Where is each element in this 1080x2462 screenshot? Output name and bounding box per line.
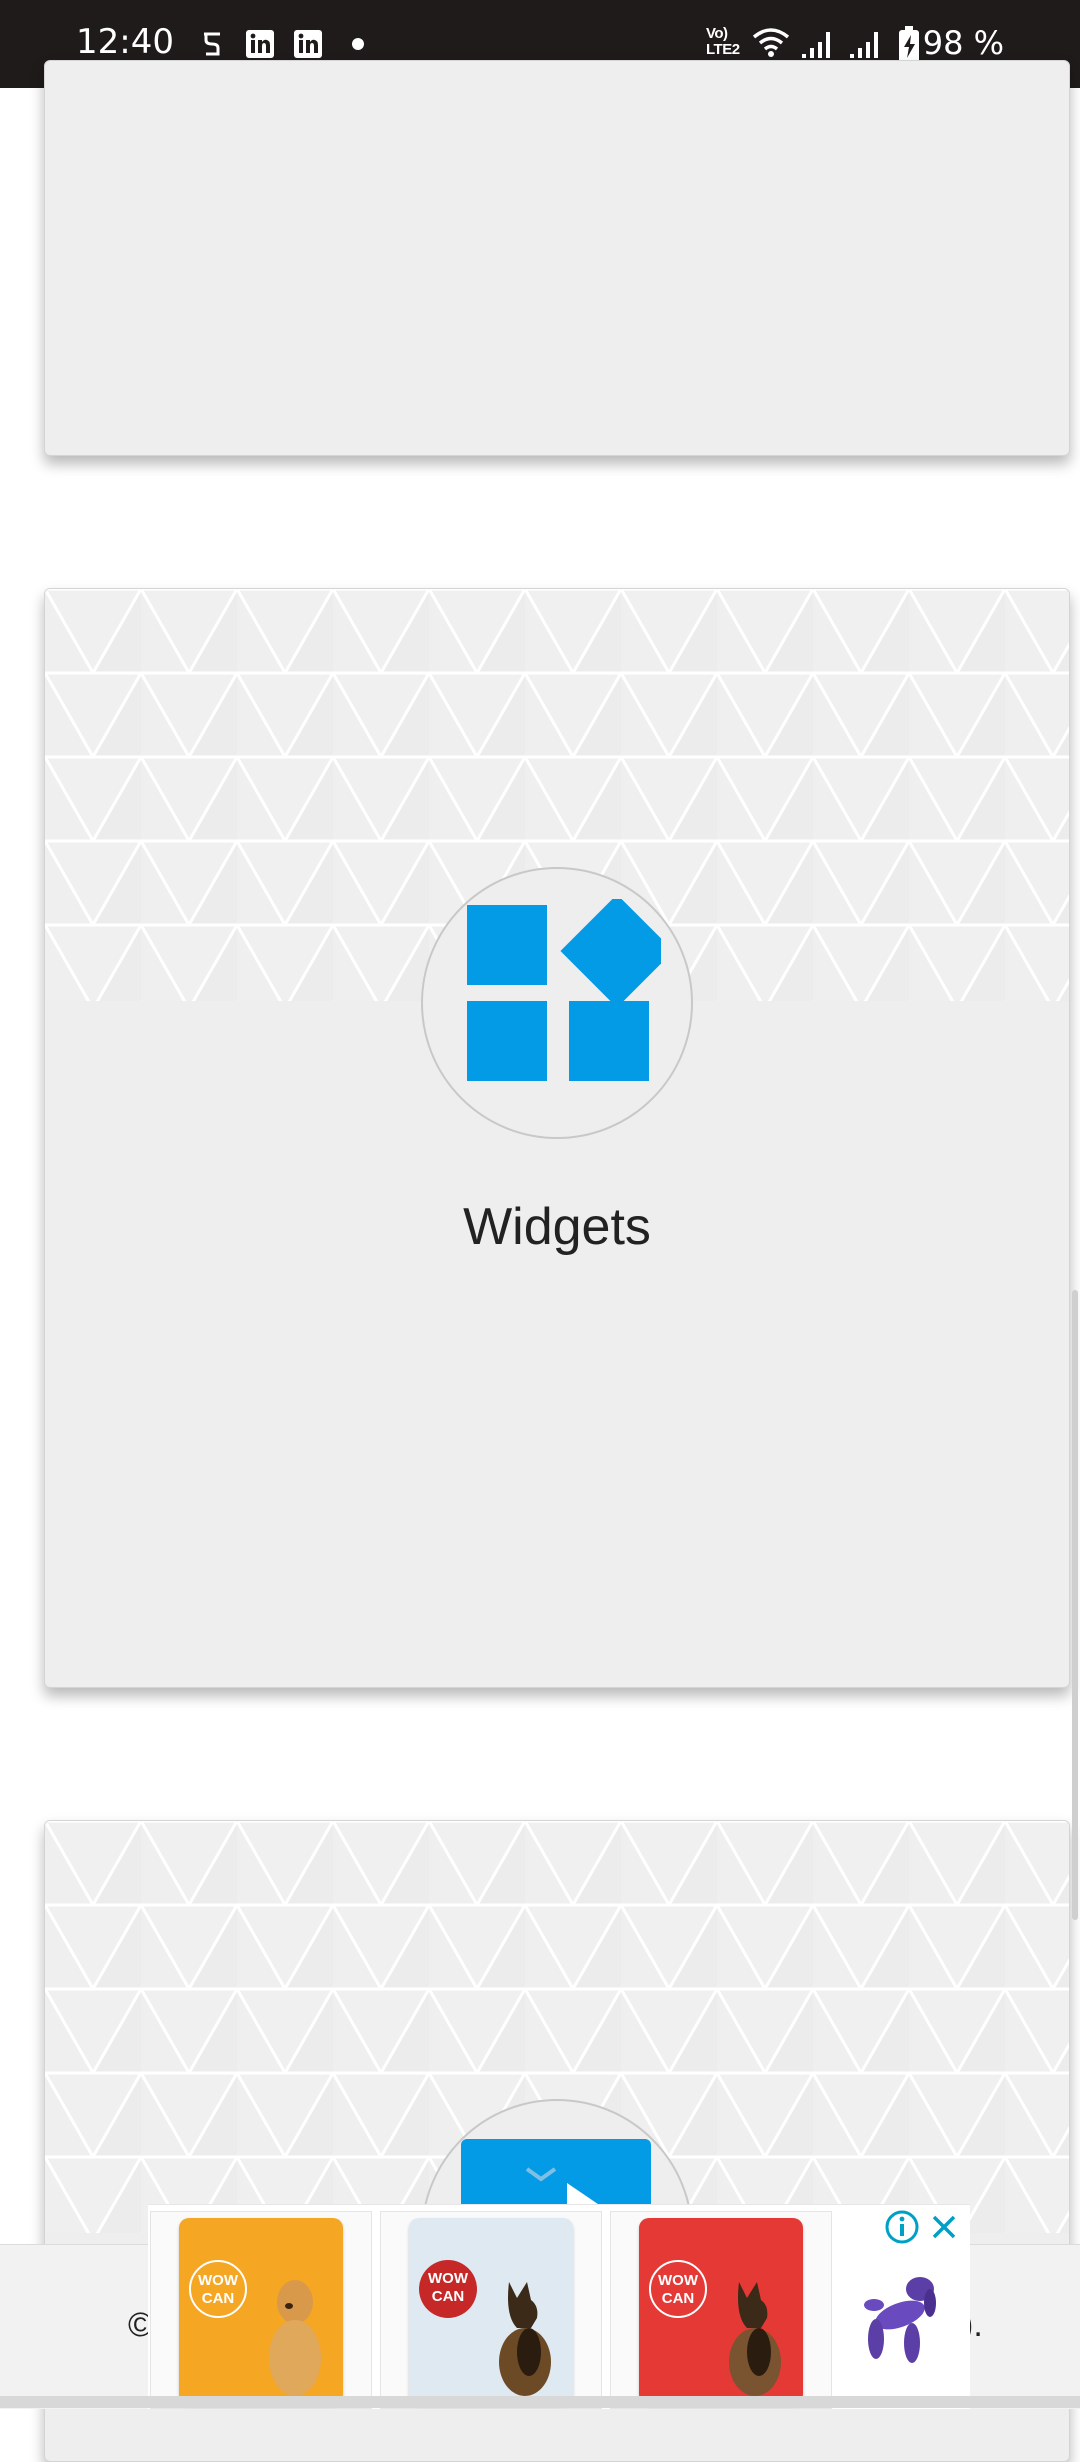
status-time: 12:40 — [76, 22, 174, 62]
volte-icon: Vo) LTE2 — [706, 25, 740, 58]
brand-logo: WOW CAN — [419, 2260, 477, 2318]
ad-product-3[interactable]: WOW CAN — [610, 2211, 832, 2409]
wifi-icon — [752, 28, 790, 57]
ad-product-1[interactable]: WOW CAN — [150, 2211, 372, 2409]
close-icon[interactable] — [926, 2209, 962, 2245]
signal-icon — [802, 32, 830, 58]
battery-percentage: 98 % — [922, 24, 1004, 62]
signal-icon — [850, 32, 878, 58]
card-widgets[interactable]: Widgets — [44, 588, 1070, 1688]
notification-icon — [204, 32, 220, 56]
product-bag: WOW CAN — [639, 2218, 803, 2404]
ad-banner[interactable]: WOW CAN WOW CAN WOW CAN — [148, 2204, 970, 2409]
balloon-dog-icon — [864, 2277, 936, 2363]
linkedin-icon — [246, 30, 274, 58]
dog-image — [269, 2280, 321, 2396]
card-top[interactable] — [44, 60, 1070, 456]
linkedin-icon — [294, 30, 322, 58]
brand-logo: WOW CAN — [189, 2260, 247, 2318]
widgets-icon — [467, 899, 661, 1081]
widgets-label: Widgets — [463, 1198, 651, 1256]
bottom-edge — [0, 2396, 1080, 2408]
product-bag: WOW CAN — [409, 2218, 573, 2404]
ad-product-2[interactable]: WOW CAN — [380, 2211, 602, 2409]
dog-image — [729, 2282, 781, 2396]
page-scrollbar[interactable] — [1072, 1290, 1078, 1920]
dot-icon — [352, 38, 364, 50]
battery-charging-icon — [899, 26, 919, 63]
widgets-icon-circle — [421, 867, 693, 1139]
brand-logo: WOW CAN — [649, 2260, 707, 2318]
info-icon[interactable] — [884, 2209, 920, 2245]
dog-image — [499, 2282, 551, 2396]
product-bag: WOW CAN — [179, 2218, 343, 2404]
